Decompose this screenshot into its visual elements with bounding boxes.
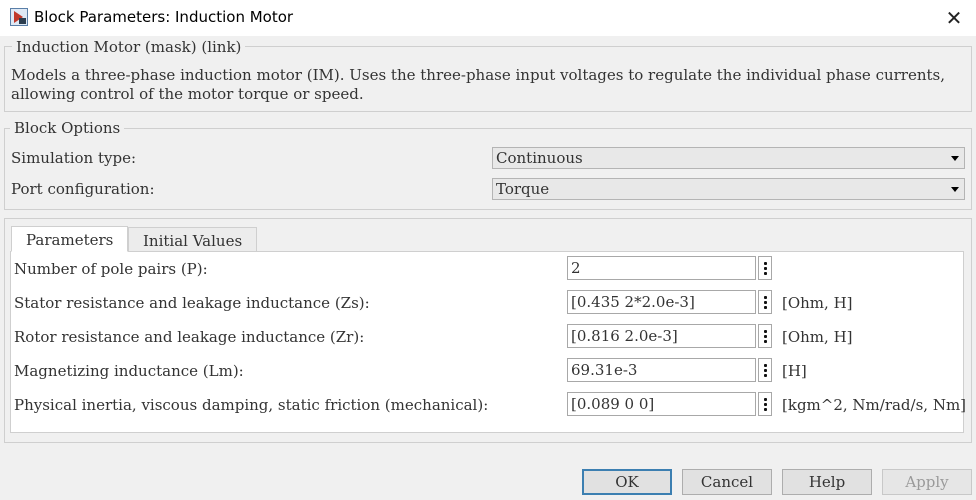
rotor-field[interactable]: [0.816 2.0e-3] xyxy=(567,324,756,348)
mechanical-field[interactable]: [0.089 0 0] xyxy=(567,392,756,416)
port-configuration-dropdown[interactable]: Torque xyxy=(492,178,965,200)
mechanical-label: Physical inertia, viscous damping, stati… xyxy=(14,396,489,414)
port-configuration-value: Torque xyxy=(496,180,550,198)
rotor-options-button[interactable] xyxy=(758,324,772,348)
chevron-down-icon xyxy=(951,156,959,161)
mechanical-unit: [kgm^2, Nm/rad/s, Nm] xyxy=(782,396,967,414)
magnetizing-label: Magnetizing inductance (Lm): xyxy=(14,362,244,380)
ok-button[interactable]: OK xyxy=(582,469,672,495)
simulation-type-value: Continuous xyxy=(496,149,583,167)
simulation-type-dropdown[interactable]: Continuous xyxy=(492,147,965,169)
stator-label: Stator resistance and leakage inductance… xyxy=(14,294,370,312)
mechanical-options-button[interactable] xyxy=(758,392,772,416)
title-bar: Block Parameters: Induction Motor ✕ xyxy=(0,0,976,36)
stator-field[interactable]: [0.435 2*2.0e-3] xyxy=(567,290,756,314)
tab-initial-values[interactable]: Initial Values xyxy=(128,227,258,253)
apply-button[interactable]: Apply xyxy=(882,469,972,495)
stator-unit: [Ohm, H] xyxy=(782,294,853,312)
tab-parameters[interactable]: Parameters xyxy=(11,226,129,252)
rotor-unit: [Ohm, H] xyxy=(782,328,853,346)
port-configuration-label: Port configuration: xyxy=(11,180,155,198)
pole-pairs-label: Number of pole pairs (P): xyxy=(14,260,208,278)
magnetizing-field[interactable]: 69.31e-3 xyxy=(567,358,756,382)
simulink-block-icon xyxy=(10,8,28,26)
help-button[interactable]: Help xyxy=(782,469,872,495)
simulation-type-label: Simulation type: xyxy=(11,149,137,167)
pole-pairs-field[interactable]: 2 xyxy=(567,256,756,280)
mask-legend: Induction Motor (mask) (link) xyxy=(12,38,246,56)
rotor-label: Rotor resistance and leakage inductance … xyxy=(14,328,365,346)
window-title: Block Parameters: Induction Motor xyxy=(34,8,294,26)
magnetizing-unit: [H] xyxy=(782,362,807,380)
close-button[interactable]: ✕ xyxy=(940,4,968,32)
chevron-down-icon xyxy=(951,187,959,192)
mask-description: Models a three-phase induction motor (IM… xyxy=(11,66,945,103)
cancel-button[interactable]: Cancel xyxy=(682,469,772,495)
magnetizing-options-button[interactable] xyxy=(758,358,772,382)
pole-pairs-options-button[interactable] xyxy=(758,256,772,280)
block-options-legend: Block Options xyxy=(10,119,125,137)
stator-options-button[interactable] xyxy=(758,290,772,314)
